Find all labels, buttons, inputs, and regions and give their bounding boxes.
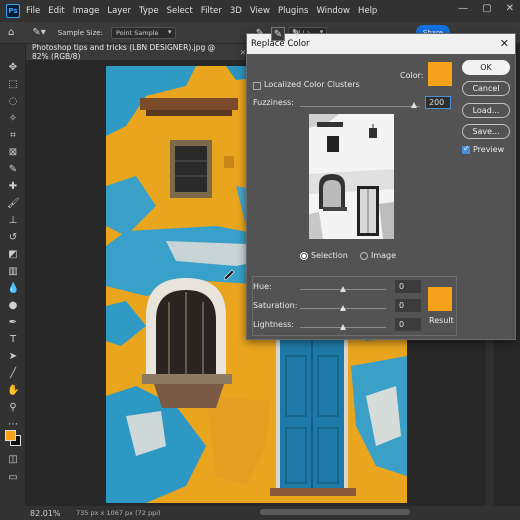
menu-window[interactable]: Window	[316, 6, 350, 16]
foreground-color-swatch[interactable]	[5, 430, 16, 441]
lightness-input[interactable]: 0	[395, 318, 421, 331]
lasso-icon[interactable]: ◌	[7, 96, 19, 108]
localized-color-clusters-checkbox[interactable]	[253, 82, 261, 90]
image-radio[interactable]	[360, 252, 368, 260]
document-size-info: 735 px x 1067 px (72 ppi)	[76, 509, 161, 517]
lightness-slider-thumb[interactable]	[340, 324, 346, 330]
menu-image[interactable]: Image	[73, 6, 100, 16]
save-button[interactable]: Save...	[462, 124, 510, 139]
path-select-icon[interactable]: ➤	[7, 351, 19, 363]
fuzziness-label: Fuzziness:	[253, 98, 294, 107]
hue-slider-thumb[interactable]	[340, 286, 346, 292]
image-radio-label: Image	[371, 251, 397, 260]
dodge-icon[interactable]: ●	[7, 300, 19, 312]
fuzziness-input[interactable]: 200	[425, 96, 451, 109]
fuzziness-slider-track[interactable]	[300, 106, 420, 107]
close-window-icon[interactable]: ✕	[506, 3, 514, 14]
quick-mask-icon[interactable]: ◫	[7, 454, 19, 466]
menu-file[interactable]: File	[26, 6, 40, 16]
horizontal-scrollbar[interactable]	[260, 509, 410, 515]
localized-color-clusters-label: Localized Color Clusters	[264, 80, 360, 89]
blur-icon[interactable]: 💧	[7, 283, 19, 295]
color-label: Color:	[400, 71, 424, 80]
saturation-slider-thumb[interactable]	[340, 305, 346, 311]
lightness-label: Lightness:	[253, 320, 294, 329]
add-to-sample-eyedropper-icon[interactable]: ✎	[271, 27, 285, 41]
preview-checkbox[interactable]	[462, 144, 470, 154]
hue-label: Hue:	[253, 282, 272, 291]
selection-radio-label: Selection	[311, 251, 348, 260]
eraser-icon[interactable]: ◩	[7, 249, 19, 261]
menu-select[interactable]: Select	[167, 6, 193, 16]
load-button[interactable]: Load...	[462, 103, 510, 118]
zoom-level[interactable]: 82.01%	[30, 509, 76, 518]
sample-size-label: Sample Size:	[57, 28, 103, 37]
menu-edit[interactable]: Edit	[48, 6, 64, 16]
menu-bar: Ps File Edit Image Layer Type Select Fil…	[0, 0, 520, 22]
subtract-from-sample-eyedropper-icon[interactable]: ✎	[289, 27, 303, 41]
menu-filter[interactable]: Filter	[201, 6, 222, 16]
preview-label: Preview	[473, 145, 505, 154]
line-icon[interactable]: ╱	[7, 368, 19, 380]
crop-icon[interactable]: ⌗	[7, 130, 19, 142]
type-icon[interactable]: T	[7, 334, 19, 346]
maximize-icon[interactable]: ▢	[482, 3, 491, 14]
marquee-icon[interactable]: ⬚	[7, 79, 19, 91]
frame-icon[interactable]: ⊠	[7, 147, 19, 159]
minimize-icon[interactable]: —	[458, 3, 468, 14]
screen-mode-icon[interactable]: ▭	[7, 472, 19, 484]
quick-select-icon[interactable]: ✧	[7, 113, 19, 125]
sample-size-select[interactable]: Point Sample	[110, 26, 176, 39]
menu-help[interactable]: Help	[358, 6, 377, 16]
dialog-title-bar[interactable]: Replace Color ✕	[247, 34, 515, 54]
cancel-button[interactable]: Cancel	[462, 81, 510, 96]
saturation-label: Saturation:	[253, 301, 298, 310]
document-tab[interactable]: Photoshop tips and tricks (LBN DESIGNER)…	[26, 43, 246, 61]
result-label: Result	[429, 316, 454, 325]
history-brush-icon[interactable]: ↺	[7, 232, 19, 244]
tools-panel: ✥ ⬚ ◌ ✧ ⌗ ⊠ ✎ ✚ 🖌 ⊥ ↺ ◩ ▥ 💧 ● ✒ T ➤ ╱ ✋ …	[0, 44, 26, 506]
menu-plugins[interactable]: Plugins	[278, 6, 308, 16]
healing-icon[interactable]: ✚	[7, 181, 19, 193]
stamp-icon[interactable]: ⊥	[7, 215, 19, 227]
move-icon[interactable]: ✥	[7, 62, 19, 74]
result-swatch[interactable]	[428, 287, 452, 311]
pen-icon[interactable]: ✒	[7, 317, 19, 329]
menu-3d[interactable]: 3D	[230, 6, 242, 16]
home-icon[interactable]: ⌂	[8, 27, 14, 38]
gradient-icon[interactable]: ▥	[7, 266, 19, 278]
fuzziness-slider-thumb[interactable]	[411, 102, 417, 108]
ok-button[interactable]: OK	[462, 60, 510, 75]
brush-icon[interactable]: 🖌	[7, 198, 20, 210]
tool-preset-eyedropper-icon[interactable]: ✎▾	[32, 27, 45, 38]
selection-preview[interactable]	[309, 114, 394, 239]
photoshop-logo-icon: Ps	[6, 4, 20, 18]
hue-input[interactable]: 0	[395, 280, 421, 293]
hand-icon[interactable]: ✋	[7, 385, 19, 397]
close-dialog-icon[interactable]: ✕	[500, 37, 509, 50]
menu-layer[interactable]: Layer	[107, 6, 131, 16]
selection-radio[interactable]	[300, 252, 308, 260]
color-swatch[interactable]	[428, 62, 452, 86]
zoom-icon[interactable]: ⚲	[7, 402, 19, 414]
menu-type[interactable]: Type	[139, 6, 159, 16]
menu-view[interactable]: View	[250, 6, 270, 16]
eyedropper-icon[interactable]: ✎	[253, 27, 267, 41]
eyedropper-icon[interactable]: ✎	[7, 164, 19, 176]
saturation-input[interactable]: 0	[395, 299, 421, 312]
document-title: Photoshop tips and tricks (LBN DESIGNER)…	[32, 43, 216, 61]
